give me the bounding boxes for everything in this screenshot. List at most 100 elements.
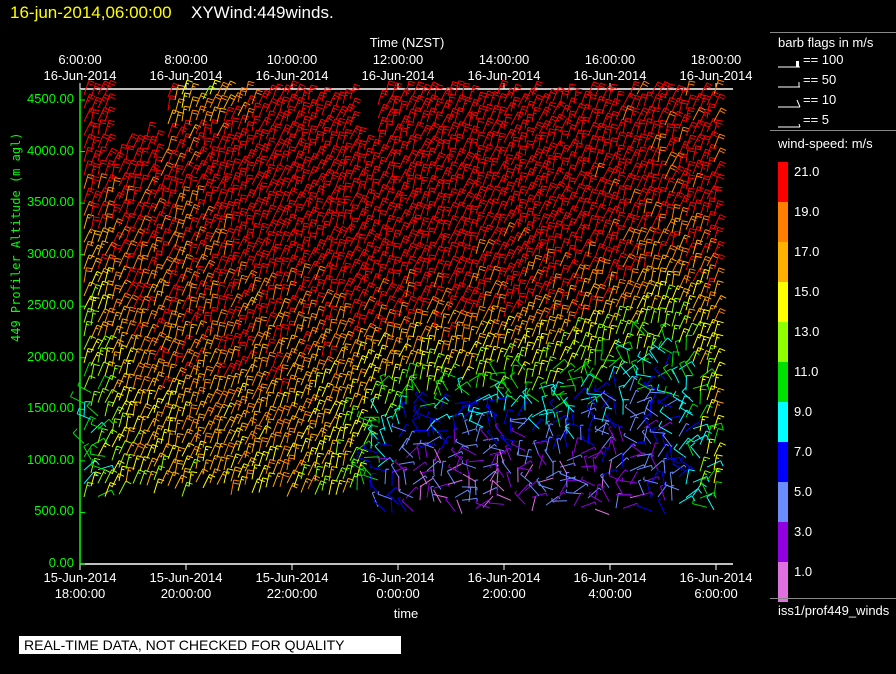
wind-barb [314,265,327,281]
wind-barb [349,110,361,126]
wind-barb [328,104,340,120]
wind-barb [188,404,198,420]
wind-barb [517,334,531,349]
wind-barb [657,228,670,243]
wind-barb [510,218,524,233]
wind-barb [321,408,332,424]
wind-barb [272,111,286,126]
wind-barb [517,292,527,308]
wind-barb [685,308,696,324]
wind-barb [657,81,671,96]
wind-barb [496,79,509,95]
wind-barb [700,477,708,495]
wind-barb [430,485,435,502]
wind-barb [489,468,499,482]
wind-barb [538,239,548,255]
wind-barb [111,325,124,340]
wind-barb [503,342,517,358]
wind-barb [174,419,184,435]
wind-barb [623,432,638,444]
wind-barb [601,486,610,502]
wind-barb [531,161,543,176]
wind-barb [216,349,228,365]
legend-divider [770,130,896,131]
wind-barb [216,416,227,432]
wind-barb [646,481,652,498]
wind-barb [426,254,436,270]
wind-barb [244,174,254,190]
wind-barb [146,202,159,218]
wind-barb [307,433,318,449]
wind-barb [440,273,450,289]
wind-barb [195,359,205,375]
wind-barb [230,225,243,241]
wind-barb [426,361,436,378]
wind-barb [188,445,202,460]
wind-barb [377,224,390,239]
wind-barb [363,388,373,404]
wind-barb [594,296,604,312]
wind-barb [671,311,682,327]
wind-barb [706,344,717,361]
wind-barb [636,268,650,283]
wind-barb [587,416,597,432]
wind-barb [615,238,627,254]
wind-barb [335,158,348,174]
wind-barb [685,174,696,190]
wind-barb [615,492,622,509]
wind-barb [293,257,306,273]
wind-barb [566,311,576,327]
wind-barb [468,312,479,328]
wind-barb [300,197,314,212]
wind-barb [589,367,603,382]
wind-barb [545,221,556,238]
wind-barb [559,291,570,307]
wind-barb [594,189,607,205]
wind-barb [622,502,639,509]
wind-barb [237,274,248,290]
colorbar-label: 21.0 [794,164,820,179]
wind-barb [195,373,206,389]
wind-barb [398,368,409,384]
wind-barb [300,464,311,480]
wind-barb [391,405,405,420]
wind-barb [380,413,388,431]
wind-barb [416,444,421,461]
wind-barb [531,492,548,498]
wind-barb [118,480,132,495]
wind-barb [608,339,622,354]
wind-barb [286,280,297,296]
wind-barb [631,443,645,456]
wind-barb [118,331,129,348]
wind-barb [657,322,671,337]
wind-barb [412,404,427,418]
wind-barb [699,296,712,311]
wind-barb [506,471,512,488]
wind-barb [377,237,390,253]
wind-barb [237,435,249,451]
wind-barb [328,264,338,281]
wind-barb [624,404,638,417]
wind-barb [496,468,499,484]
wind-barb [594,149,605,165]
wind-barb [272,312,285,327]
wind-barb [440,125,450,141]
wind-barb [328,171,340,187]
wind-barb [328,400,342,415]
wind-barb [671,285,684,300]
wind-barb [615,305,626,321]
wind-barb [713,147,727,162]
wind-barb [556,438,561,454]
wind-barb [499,433,512,448]
colorbar-label: 9.0 [794,404,813,419]
wind-barb [643,279,656,295]
wind-barb [552,246,562,262]
wind-barb [321,435,331,451]
wind-barb [132,241,146,256]
wind-barb [328,145,341,160]
wind-barb [195,333,209,349]
wind-barb [629,295,641,311]
wind-barb [209,442,222,457]
wind-barb [391,269,401,285]
wind-barb [230,479,240,495]
